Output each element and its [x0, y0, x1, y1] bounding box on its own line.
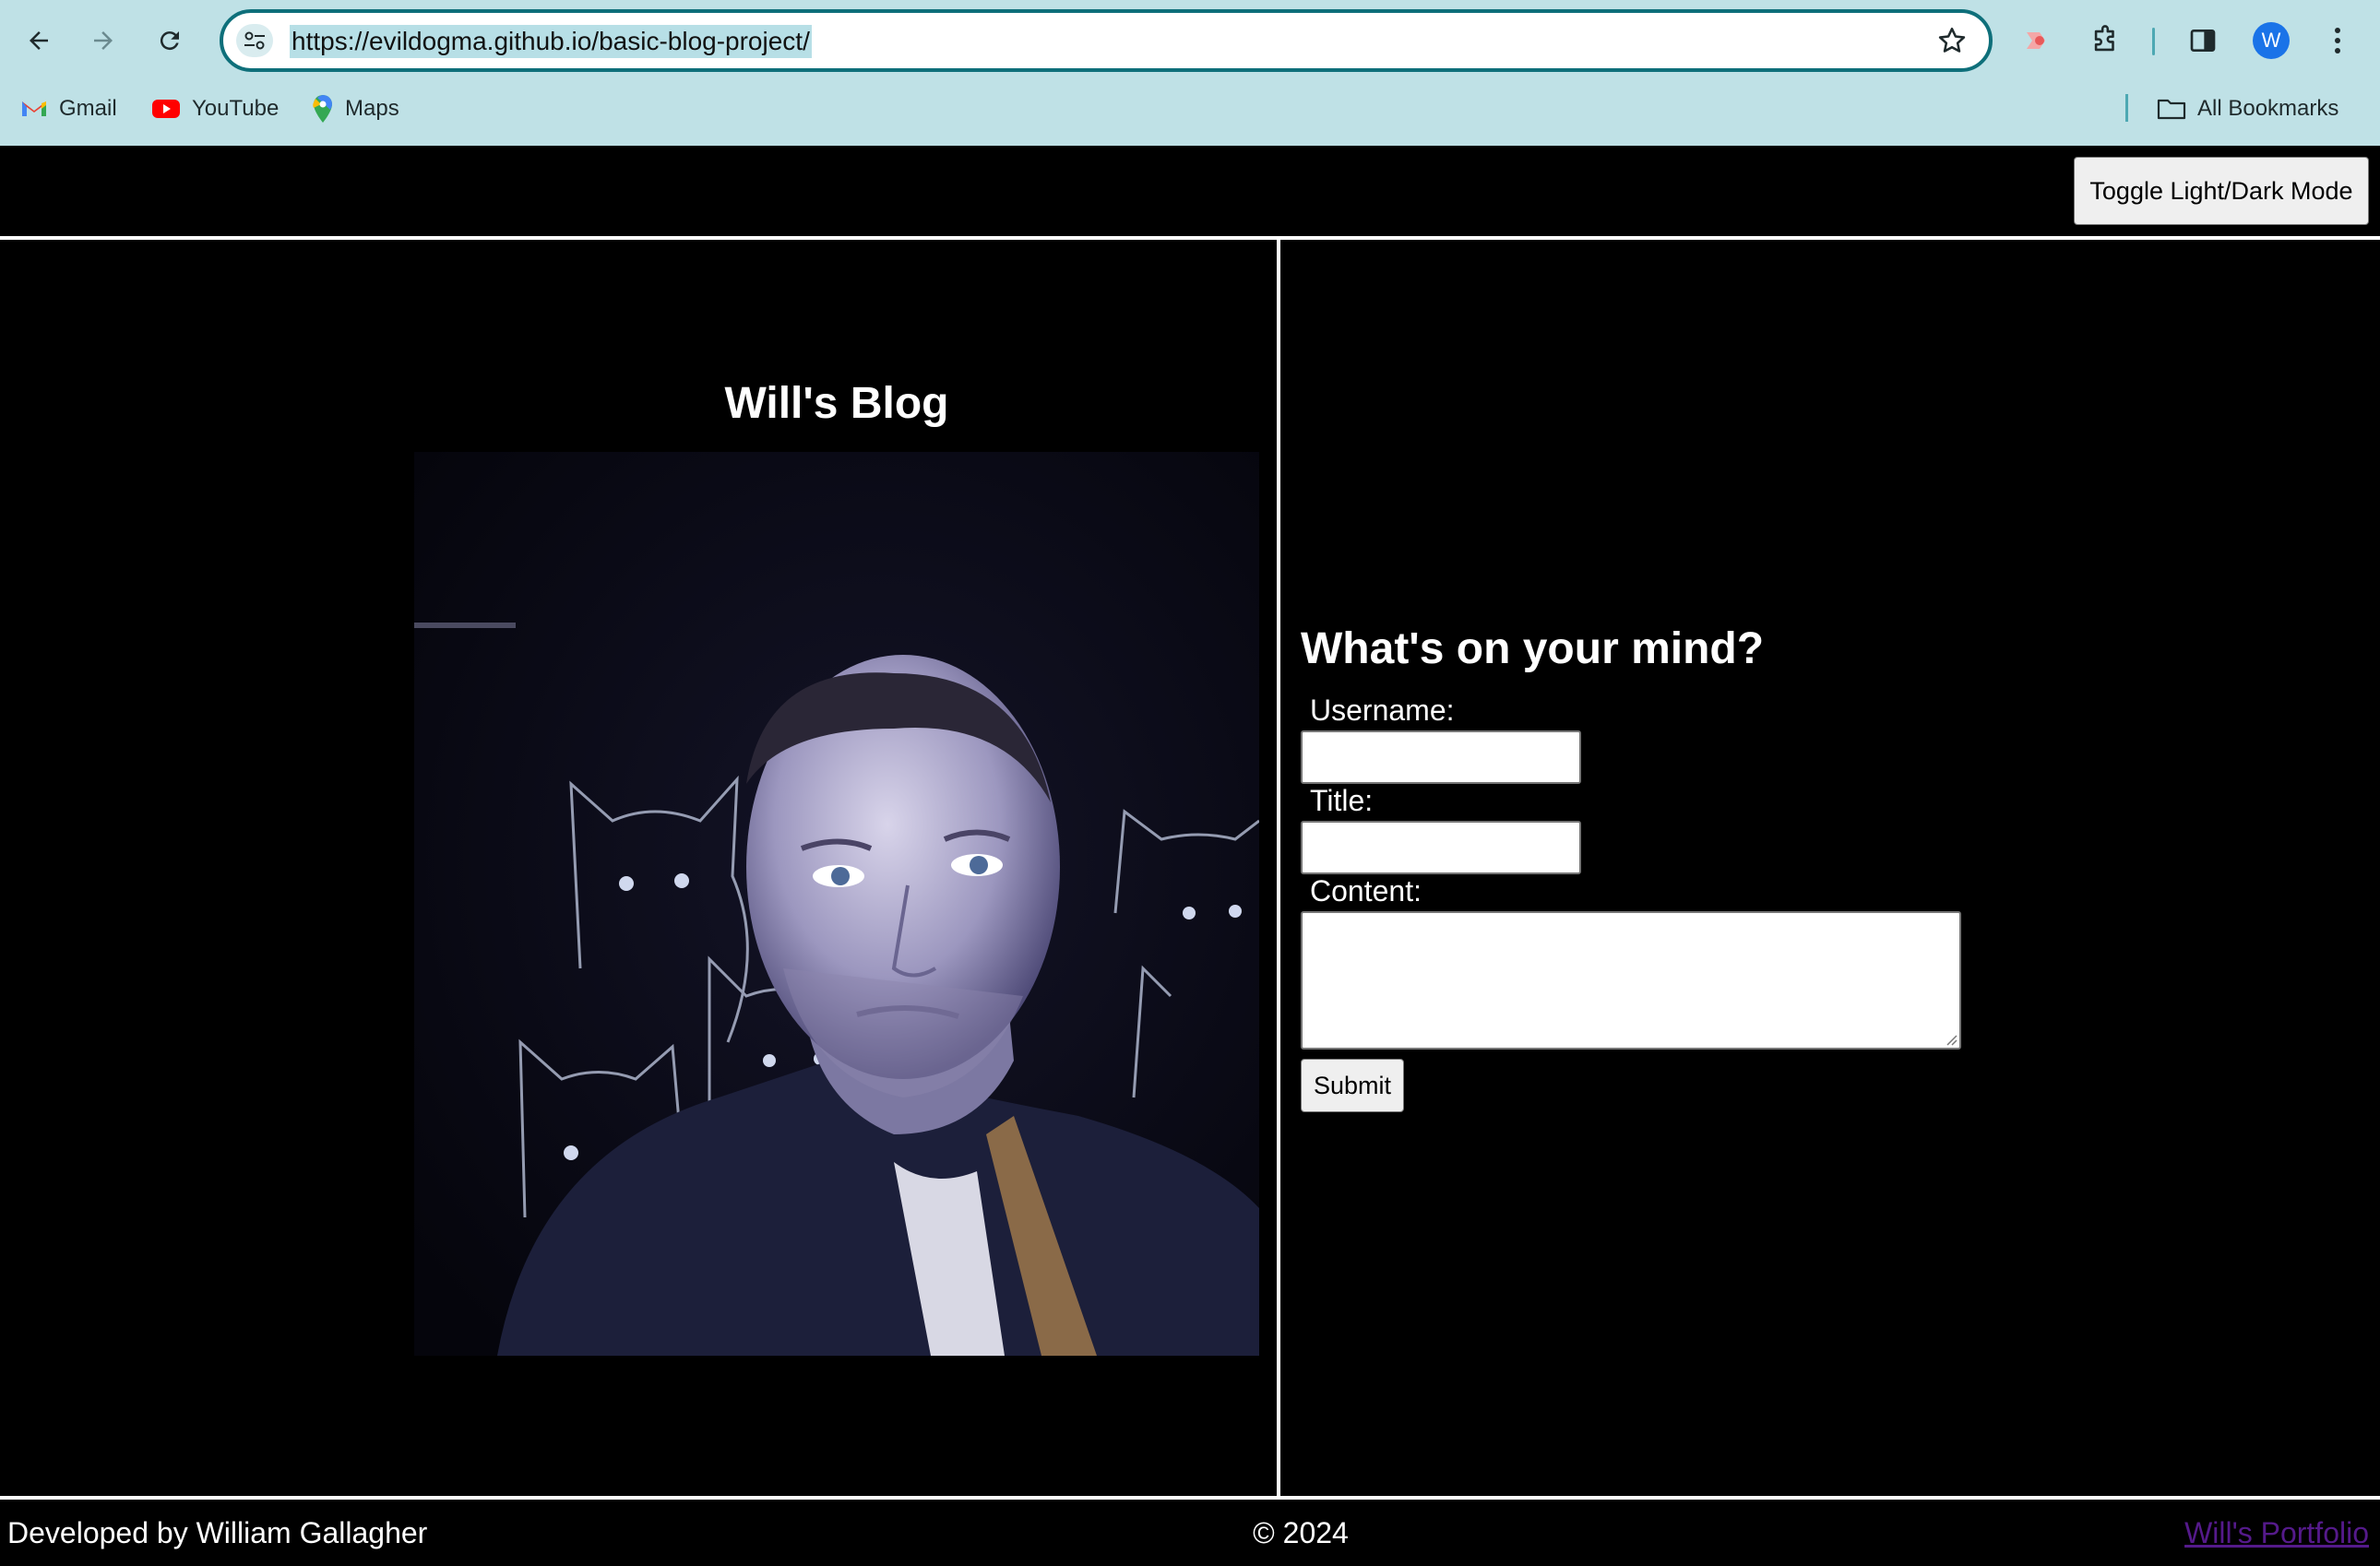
toggle-theme-button[interactable]: Toggle Light/Dark Mode — [2074, 157, 2369, 225]
youtube-icon — [152, 100, 180, 118]
folder-icon — [2157, 99, 2186, 120]
title-label: Title: — [1310, 784, 1374, 817]
extensions-puzzle-icon[interactable] — [2081, 17, 2129, 65]
title-input[interactable] — [1301, 821, 1581, 874]
page-body: Toggle Light/Dark Mode Will's Blog What'… — [0, 146, 2380, 1566]
bookmark-label: YouTube — [192, 96, 280, 121]
content-textarea[interactable] — [1301, 911, 1961, 1050]
browser-chrome: https://evildogma.github.io/basic-blog-p… — [0, 0, 2380, 146]
bookmark-separator — [2125, 94, 2128, 122]
side-panel-icon[interactable] — [2179, 17, 2227, 65]
footer-copyright: © 2024 — [1253, 1516, 1349, 1549]
bookmark-maps[interactable]: Maps — [312, 92, 399, 125]
all-bookmarks-label: All Bookmarks — [2197, 96, 2339, 121]
bookmark-label: Gmail — [59, 96, 117, 121]
divider-top — [0, 236, 2380, 240]
divider-vertical — [1277, 236, 1280, 1500]
reload-button[interactable] — [146, 17, 194, 65]
form-heading: What's on your mind? — [1301, 624, 1765, 673]
portfolio-link[interactable]: Will's Portfolio — [2184, 1516, 2369, 1550]
site-info-icon[interactable] — [236, 24, 273, 57]
bookmark-star-icon[interactable] — [1935, 24, 1969, 57]
bookmark-label: Maps — [345, 96, 399, 121]
content-label: Content: — [1310, 874, 1422, 908]
profile-avatar[interactable]: W — [2253, 22, 2290, 59]
resize-grip-icon[interactable] — [1945, 1033, 1958, 1046]
address-bar[interactable]: https://evildogma.github.io/basic-blog-p… — [220, 9, 1993, 72]
blog-title: Will's Blog — [724, 379, 949, 428]
gmail-icon — [22, 101, 46, 116]
url-text[interactable]: https://evildogma.github.io/basic-blog-p… — [290, 25, 812, 58]
submit-button[interactable]: Submit — [1301, 1059, 1404, 1112]
footer-credit: Developed by William Gallagher — [7, 1516, 428, 1549]
all-bookmarks-button[interactable]: All Bookmarks — [2157, 92, 2338, 125]
bookmark-gmail[interactable]: Gmail — [20, 92, 117, 125]
forward-button[interactable] — [79, 17, 127, 65]
back-arrow-icon — [30, 31, 48, 50]
reload-icon — [160, 31, 179, 51]
username-label: Username: — [1310, 694, 1455, 727]
maps-icon — [313, 95, 332, 123]
extension-record-icon[interactable] — [2015, 17, 2063, 65]
forward-arrow-icon — [94, 31, 113, 50]
back-button[interactable] — [15, 17, 63, 65]
browser-menu-icon[interactable] — [2314, 17, 2362, 65]
bookmark-youtube[interactable]: YouTube — [151, 92, 279, 125]
toolbar-separator — [2152, 28, 2155, 55]
footer: Developed by William Gallagher © 2024 Wi… — [0, 1501, 2380, 1566]
author-photo — [414, 452, 1259, 1356]
username-input[interactable] — [1301, 730, 1581, 784]
divider-bottom — [0, 1496, 2380, 1500]
